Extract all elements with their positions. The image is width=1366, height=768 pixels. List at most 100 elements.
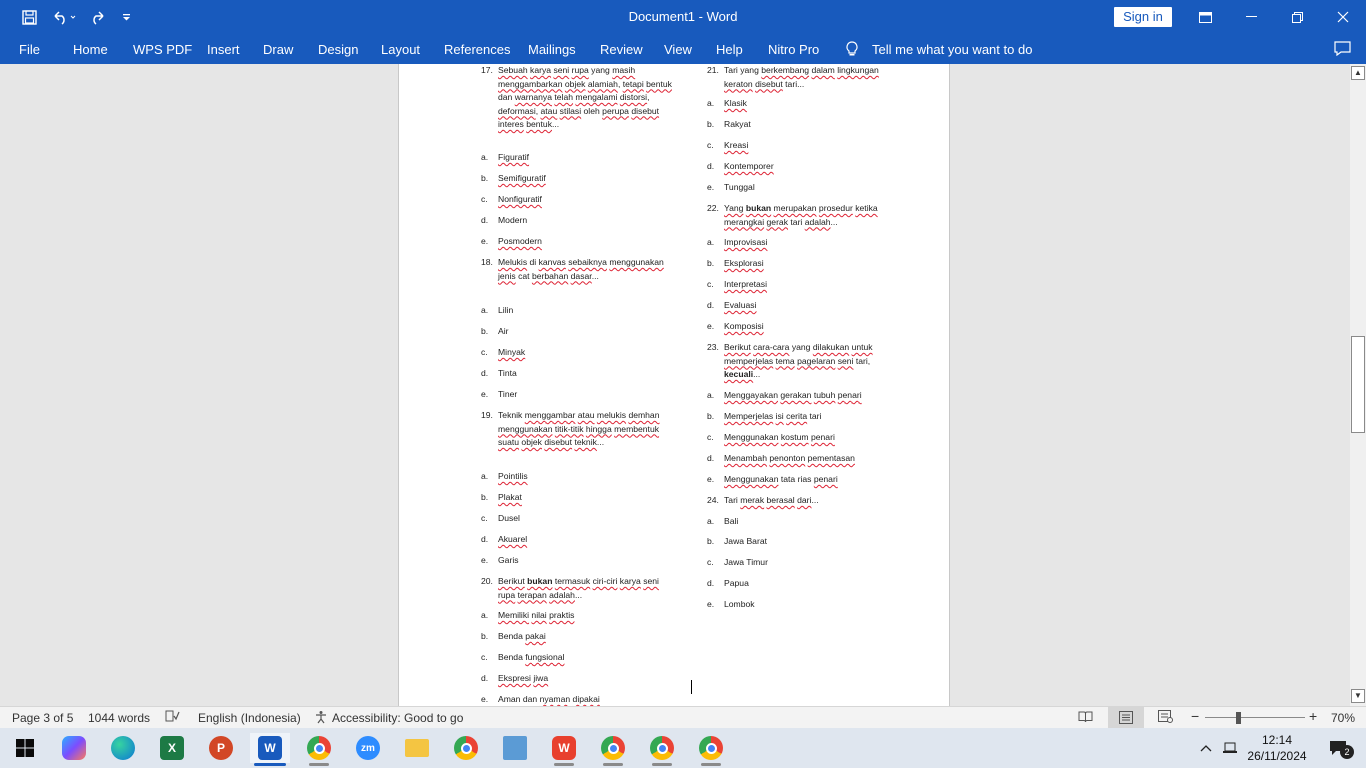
tab-draw[interactable]: Draw bbox=[263, 42, 293, 57]
option-letter: d. bbox=[707, 161, 715, 171]
tab-layout[interactable]: Layout bbox=[381, 42, 420, 57]
option-letter: b. bbox=[481, 326, 489, 336]
option-letter: c. bbox=[481, 347, 488, 357]
option-text: Figuratif bbox=[498, 152, 530, 162]
chrome-icon[interactable] bbox=[446, 733, 486, 763]
proofing-icon[interactable] bbox=[165, 710, 180, 726]
option-text: Tinta bbox=[498, 368, 517, 378]
edge-icon[interactable] bbox=[103, 733, 143, 763]
text-cursor bbox=[691, 680, 692, 694]
chrome-profile-4-icon[interactable] bbox=[691, 733, 731, 766]
option-text: Lombok bbox=[724, 599, 755, 609]
question-number: 17. bbox=[481, 65, 493, 75]
tab-review[interactable]: Review bbox=[600, 42, 643, 57]
tab-insert[interactable]: Insert bbox=[207, 42, 240, 57]
scroll-up-icon[interactable]: ▲ bbox=[1351, 66, 1365, 80]
option-text: Jawa Timur bbox=[724, 557, 768, 567]
tab-home[interactable]: Home bbox=[73, 42, 108, 57]
option-text: Menggunakan kostum penari bbox=[724, 432, 835, 442]
question-number: 20. bbox=[481, 576, 493, 586]
question-number: 22. bbox=[707, 203, 719, 213]
chrome-profile-2-icon[interactable] bbox=[593, 733, 633, 766]
option-letter: d. bbox=[481, 534, 489, 544]
option-letter: a. bbox=[481, 610, 489, 620]
scroll-thumb[interactable] bbox=[1351, 336, 1365, 433]
tab-references[interactable]: References bbox=[444, 42, 510, 57]
option-text: Bali bbox=[724, 516, 739, 526]
option-letter: d. bbox=[481, 673, 489, 683]
read-mode-icon[interactable] bbox=[1078, 710, 1093, 726]
notifications-icon[interactable]: 2 bbox=[1318, 733, 1358, 763]
option-letter: c. bbox=[707, 557, 714, 567]
option-text: Pointilis bbox=[498, 471, 528, 481]
web-layout-icon[interactable] bbox=[1158, 710, 1173, 726]
ribbon-tab-bar: File Home WPS PDF Insert Draw Design Lay… bbox=[0, 34, 1366, 64]
powerpoint-icon[interactable]: P bbox=[201, 733, 241, 763]
question-text: Tari merak berasal dari... bbox=[724, 495, 819, 505]
question-text: Berikut bukan termasuk ciri-ciri karya s… bbox=[498, 576, 659, 600]
comments-icon[interactable] bbox=[1334, 41, 1351, 59]
zoom-slider[interactable] bbox=[1205, 717, 1305, 718]
option-letter: d. bbox=[707, 300, 715, 310]
accessibility-icon[interactable] bbox=[314, 710, 329, 727]
tab-design[interactable]: Design bbox=[318, 42, 358, 57]
sign-in-button[interactable]: Sign in bbox=[1114, 7, 1172, 27]
ribbon-display-icon[interactable] bbox=[1182, 0, 1228, 34]
maximize-icon[interactable] bbox=[1274, 0, 1320, 34]
option-letter: c. bbox=[707, 279, 714, 289]
minimize-icon[interactable] bbox=[1228, 0, 1274, 34]
accessibility-status[interactable]: Accessibility: Good to go bbox=[332, 711, 463, 725]
tab-mailings[interactable]: Mailings bbox=[528, 42, 576, 57]
wps-office-icon[interactable]: W bbox=[544, 733, 584, 766]
page-count[interactable]: Page 3 of 5 bbox=[12, 711, 73, 725]
option-text: Garis bbox=[498, 555, 519, 565]
tab-file[interactable]: File bbox=[19, 42, 40, 57]
excel-icon[interactable]: X bbox=[152, 733, 192, 763]
close-icon[interactable] bbox=[1320, 0, 1366, 34]
option-letter: e. bbox=[481, 236, 489, 246]
option-letter: e. bbox=[707, 182, 715, 192]
tell-me-search[interactable]: Tell me what you want to do bbox=[872, 42, 1032, 57]
system-clock[interactable]: 12:14 26/11/2024 bbox=[1238, 732, 1316, 764]
language-status[interactable]: English (Indonesia) bbox=[198, 711, 301, 725]
option-text: Air bbox=[498, 326, 509, 336]
option-letter: d. bbox=[707, 578, 715, 588]
vertical-scrollbar[interactable]: ▲ ▼ bbox=[1350, 64, 1366, 706]
tab-nitro-pro[interactable]: Nitro Pro bbox=[768, 42, 819, 57]
option-letter: c. bbox=[481, 194, 488, 204]
tab-view[interactable]: View bbox=[664, 42, 692, 57]
tab-wps-pdf[interactable]: WPS PDF bbox=[133, 42, 192, 57]
chrome-profile-3-icon[interactable] bbox=[642, 733, 682, 766]
question-number: 18. bbox=[481, 257, 493, 267]
word-count[interactable]: 1044 words bbox=[88, 711, 150, 725]
status-bar: Page 3 of 5 1044 words English (Indonesi… bbox=[0, 706, 1366, 728]
question-text: Tari yang berkembang dalam lingkungan ke… bbox=[724, 65, 879, 89]
copilot-icon[interactable] bbox=[54, 733, 94, 763]
zoom-in-button[interactable]: + bbox=[1309, 708, 1317, 724]
print-layout-icon[interactable] bbox=[1108, 707, 1144, 728]
tab-help[interactable]: Help bbox=[716, 42, 743, 57]
word-taskbar-icon[interactable]: W bbox=[250, 733, 290, 766]
file-explorer-icon[interactable] bbox=[397, 733, 437, 763]
option-letter: b. bbox=[707, 536, 715, 546]
zoom-slider-handle[interactable] bbox=[1236, 712, 1241, 724]
option-text: Lilin bbox=[498, 305, 514, 315]
option-text: Minyak bbox=[498, 347, 526, 357]
option-letter: e. bbox=[707, 599, 715, 609]
option-text: Akuarel bbox=[498, 534, 528, 544]
option-letter: e. bbox=[481, 389, 489, 399]
zoom-icon[interactable]: zm bbox=[348, 733, 388, 763]
scroll-down-icon[interactable]: ▼ bbox=[1351, 689, 1365, 703]
option-text: Kreasi bbox=[724, 140, 749, 150]
zoom-out-button[interactable]: − bbox=[1191, 708, 1199, 724]
option-text: Plakat bbox=[498, 492, 522, 502]
option-letter: b. bbox=[481, 492, 489, 502]
notification-badge: 2 bbox=[1340, 745, 1354, 759]
control-panel-icon[interactable] bbox=[495, 733, 535, 763]
chrome-profile-d-icon[interactable] bbox=[299, 733, 339, 766]
document-page[interactable]: 17. Sebuah karya seni rupa yang masih men… bbox=[398, 64, 950, 706]
zoom-level[interactable]: 70% bbox=[1331, 711, 1355, 725]
windows-start-icon[interactable] bbox=[5, 733, 45, 763]
option-letter: c. bbox=[707, 432, 714, 442]
option-letter: b. bbox=[707, 119, 715, 129]
